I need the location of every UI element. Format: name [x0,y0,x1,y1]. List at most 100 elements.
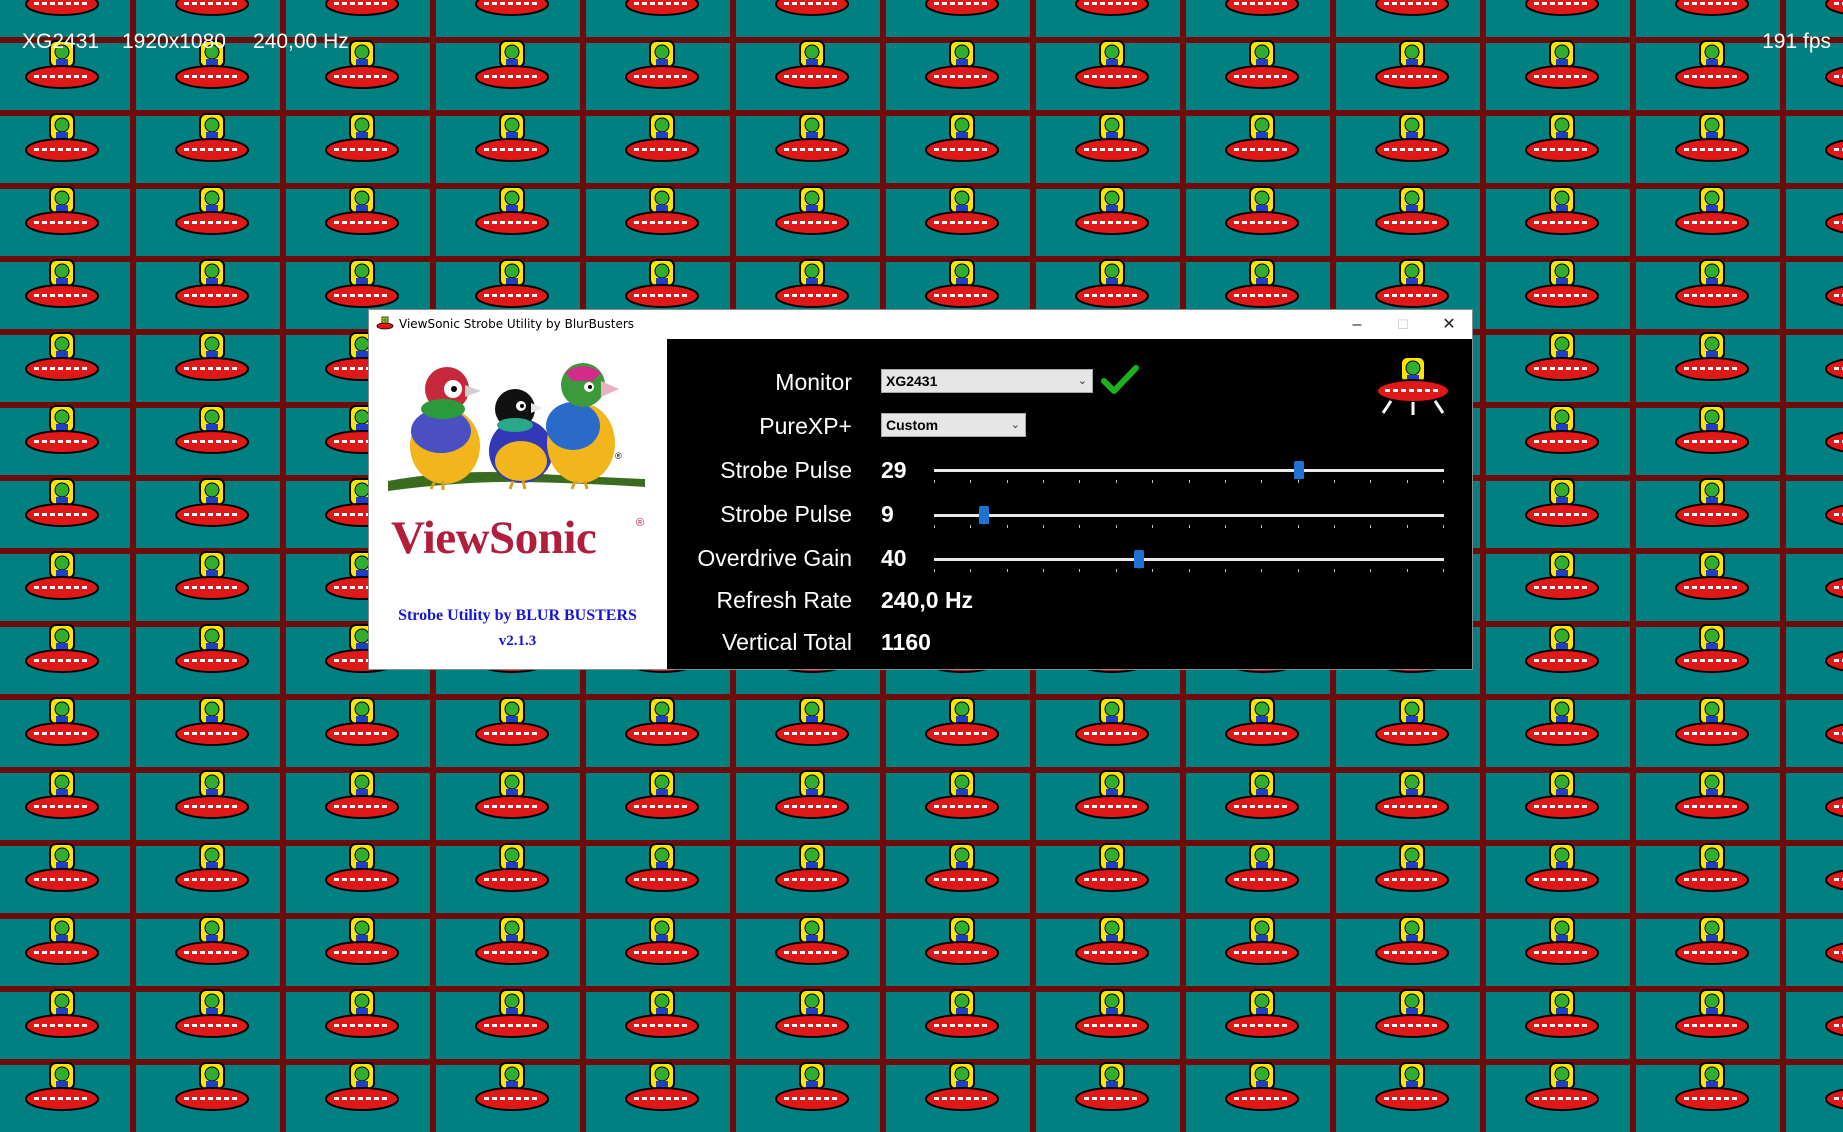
ufo-icon [925,0,999,16]
slider-tick [1007,525,1008,528]
ufo-icon [1825,723,1843,745]
pattern-tile [1336,186,1480,256]
slider-tick [1298,569,1299,572]
ufo-icon [175,843,249,892]
ufo-icon [1825,1015,1843,1037]
title-bar[interactable]: ViewSonic Strobe Utility by BlurBusters … [369,310,1472,339]
pattern-tile [1486,186,1630,256]
ufo-icon [1375,916,1449,965]
slider-track[interactable] [934,469,1444,472]
pattern-tile [1486,770,1630,840]
ufo-icon [175,624,249,673]
slider-tick [1152,480,1153,483]
ufo-icon [325,843,399,892]
ufo-icon [175,186,249,235]
pattern-tile [1336,843,1480,913]
pattern-tile [286,186,430,256]
pattern-tile [286,697,430,767]
pattern-tile [1336,989,1480,1059]
slider-track[interactable] [934,558,1444,561]
ufo-icon [175,332,249,381]
pattern-tile [1786,627,1843,694]
pattern-tile [1786,481,1843,548]
pattern-tile [586,1062,730,1132]
maximize-button: ☐ [1397,317,1409,332]
strobe-pulse-slider[interactable] [934,460,1444,486]
ufo-icon [325,697,399,746]
pattern-tile [1186,916,1330,986]
pattern-tile [1786,846,1843,913]
overdrive-gain-slider[interactable] [934,549,1444,575]
ufo-icon [625,916,699,965]
ufo-icon [1675,113,1749,162]
ufo-icon [775,186,849,235]
slider-track[interactable] [934,514,1444,517]
slider-tick [1407,569,1408,572]
ufo-icon [325,770,399,819]
ufo-icon [376,316,394,330]
ufo-icon [325,916,399,965]
pattern-tile [0,843,130,913]
ufo-icon [925,989,999,1038]
purexp-dropdown[interactable]: Custom ⌄ [881,413,1026,437]
strobe-phase-slider[interactable] [934,505,1444,531]
settings-panel: Monitor XG2431 ⌄ PureXP+ Custom ⌄ Strobe… [667,339,1472,669]
slider-thumb[interactable] [1294,461,1304,480]
slider-tick [1189,525,1190,528]
svg-text:®: ® [615,451,622,461]
pattern-tile [1636,551,1780,621]
slider-tick [1298,525,1299,528]
pattern-tile [886,186,1030,256]
pattern-tile [1486,0,1630,37]
purexp-label: PureXP+ [759,413,852,439]
pattern-tile [0,1062,130,1132]
ufo-icon [475,186,549,235]
refresh-rate-label: Refresh Rate [716,587,852,613]
pattern-tile [1636,697,1780,767]
slider-tick [1007,569,1008,572]
monitor-dropdown[interactable]: XG2431 ⌄ [881,369,1093,393]
pattern-tile [1786,919,1843,986]
slider-tick [1334,525,1335,528]
ufo-icon [25,405,99,454]
pattern-tile [1486,40,1630,110]
ufo-icon [1525,259,1599,308]
slider-thumb[interactable] [979,506,989,525]
ufo-icon [1375,1062,1449,1111]
ufo-icon [1825,139,1843,161]
ufo-icon [25,113,99,162]
ufo-icon [925,916,999,965]
ufo-icon [1375,186,1449,235]
slider-tick [1079,525,1080,528]
pattern-tile [1636,186,1780,256]
slider-tick [1116,525,1117,528]
window-title: ViewSonic Strobe Utility by BlurBusters [399,317,635,331]
ufo-icon [1225,770,1299,819]
pattern-tile [136,697,280,767]
pattern-tile [286,770,430,840]
purexp-dropdown-value: Custom [886,417,939,433]
vertical-total-value: 1160 [881,629,931,655]
pattern-tile [586,770,730,840]
ufo-icon [1375,697,1449,746]
minimize-button[interactable]: – [1334,310,1380,339]
close-button[interactable]: ✕ [1426,310,1472,339]
pattern-tile [136,843,280,913]
slider-tick [1443,569,1444,572]
ufo-icon [1525,478,1599,527]
pattern-tile [0,259,130,329]
ufo-icon [775,843,849,892]
pattern-tile [436,770,580,840]
ufo-icon [925,1062,999,1111]
ufo-icon [1825,285,1843,307]
ufo-icon [1225,697,1299,746]
pattern-tile [1336,0,1480,37]
pattern-tile [736,0,880,37]
ufo-icon [175,770,249,819]
slider-thumb[interactable] [1134,550,1144,569]
pattern-tile [1186,843,1330,913]
pattern-tile [886,770,1030,840]
slider-tick [1261,525,1262,528]
pattern-tile [586,113,730,183]
pattern-tile [1786,700,1843,767]
